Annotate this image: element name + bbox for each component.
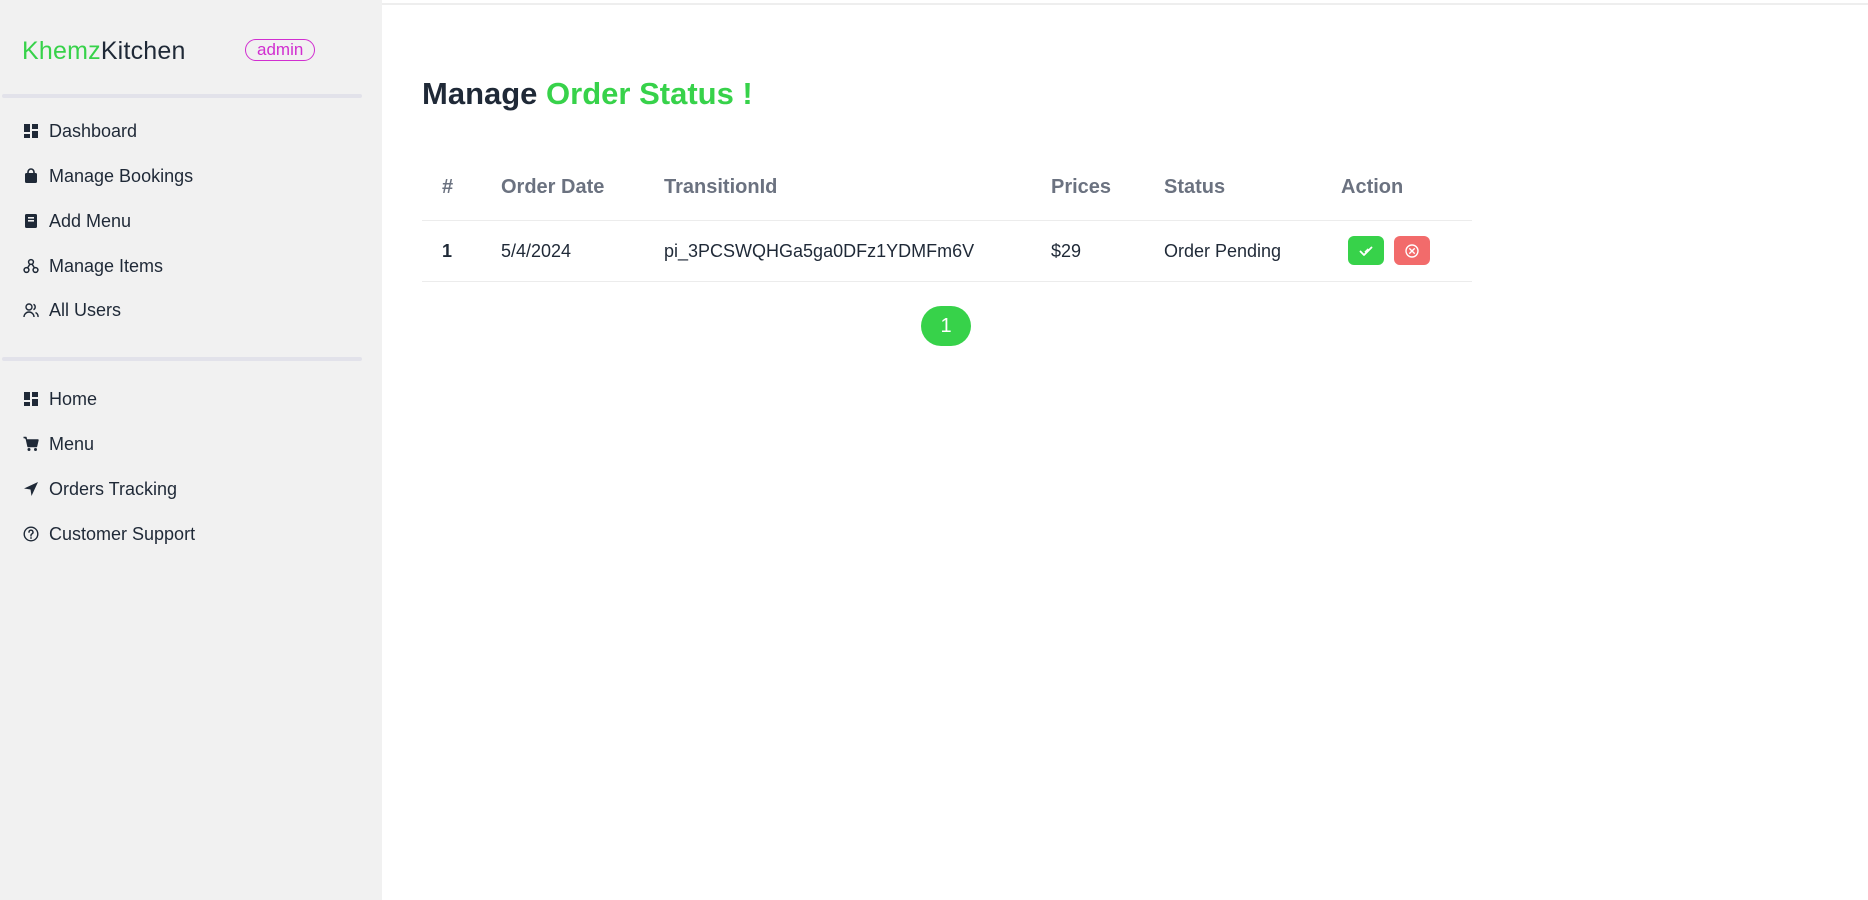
sidebar-item-manage-items[interactable]: Manage Items	[22, 251, 163, 281]
brand-logo[interactable]: KhemzKitchen	[22, 36, 186, 66]
column-header-action: Action	[1341, 176, 1404, 198]
page-title: Manage Order Status !	[422, 74, 753, 114]
location-arrow-icon	[22, 481, 39, 498]
sidebar-item-label: Dashboard	[49, 120, 138, 141]
sidebar-divider	[2, 94, 362, 98]
question-circle-icon	[22, 526, 39, 543]
sidebar-item-home[interactable]: Home	[22, 384, 97, 414]
page-title-prefix: Manage	[422, 76, 538, 111]
row-index: 1	[442, 240, 453, 261]
sidebar-item-manage-bookings[interactable]: Manage Bookings	[22, 161, 193, 191]
sidebar-item-label: All Users	[49, 299, 122, 320]
sidebar-divider	[2, 357, 362, 361]
row-order-date: 5/4/2024	[501, 240, 572, 261]
column-header-prices: Prices	[1051, 176, 1112, 198]
table-row: 1 5/4/2024 pi_3PCSWQHGa5ga0DFz1YDMFm6V $…	[422, 221, 1472, 282]
dashboard-icon	[22, 391, 39, 408]
role-badge: admin	[245, 39, 316, 61]
page-title-accent: Order Status !	[546, 76, 753, 111]
orders-table: # Order Date TransitionId Prices Status …	[422, 168, 1472, 282]
sidebar-item-dashboard[interactable]: Dashboard	[22, 116, 137, 146]
sidebar-item-label: Manage Bookings	[49, 165, 194, 186]
reject-button[interactable]	[1394, 236, 1430, 265]
sidebar-item-label: Menu	[49, 433, 95, 454]
shopping-bag-icon	[22, 168, 39, 185]
brand-accent: Khemz	[22, 37, 101, 65]
column-header-transaction-id: TransitionId	[664, 176, 778, 198]
column-header-order-date: Order Date	[501, 176, 605, 198]
main-content: Manage Order Status ! # Order Date Trans…	[382, 0, 1868, 900]
top-border	[382, 3, 1868, 5]
sidebar-item-label: Customer Support	[49, 523, 196, 544]
pagination-page-button[interactable]: 1	[921, 306, 971, 346]
sidebar-item-all-users[interactable]: All Users	[22, 295, 121, 325]
row-transaction-id: pi_3PCSWQHGa5ga0DFz1YDMFm6V	[664, 240, 975, 261]
sidebar-item-menu[interactable]: Menu	[22, 429, 94, 459]
column-header-index: #	[442, 176, 454, 198]
network-icon	[22, 258, 39, 275]
sidebar-item-label: Orders Tracking	[49, 478, 178, 499]
brand-rest: Kitchen	[100, 37, 186, 65]
sidebar-item-orders-tracking[interactable]: Orders Tracking	[22, 474, 177, 504]
sidebar-item-label: Home	[49, 388, 98, 409]
row-status: Order Pending	[1164, 240, 1282, 261]
approve-button[interactable]	[1348, 236, 1384, 265]
close-circle-icon	[1405, 243, 1419, 258]
sidebar: KhemzKitchen admin Dashboard Manage Book…	[0, 0, 382, 900]
sidebar-item-customer-support[interactable]: Customer Support	[22, 519, 195, 549]
sidebar-item-add-menu[interactable]: Add Menu	[22, 206, 131, 236]
app-root: KhemzKitchen admin Dashboard Manage Book…	[0, 0, 1868, 900]
check-icon	[1359, 246, 1373, 256]
sidebar-item-label: Add Menu	[49, 210, 132, 231]
users-icon	[22, 302, 39, 319]
row-price: $29	[1051, 240, 1082, 261]
dashboard-icon	[22, 123, 39, 140]
book-icon	[22, 213, 39, 230]
column-header-status: Status	[1164, 176, 1226, 198]
sidebar-item-label: Manage Items	[49, 255, 164, 276]
table-header: # Order Date TransitionId Prices Status …	[422, 168, 1472, 221]
cart-icon	[22, 436, 39, 453]
